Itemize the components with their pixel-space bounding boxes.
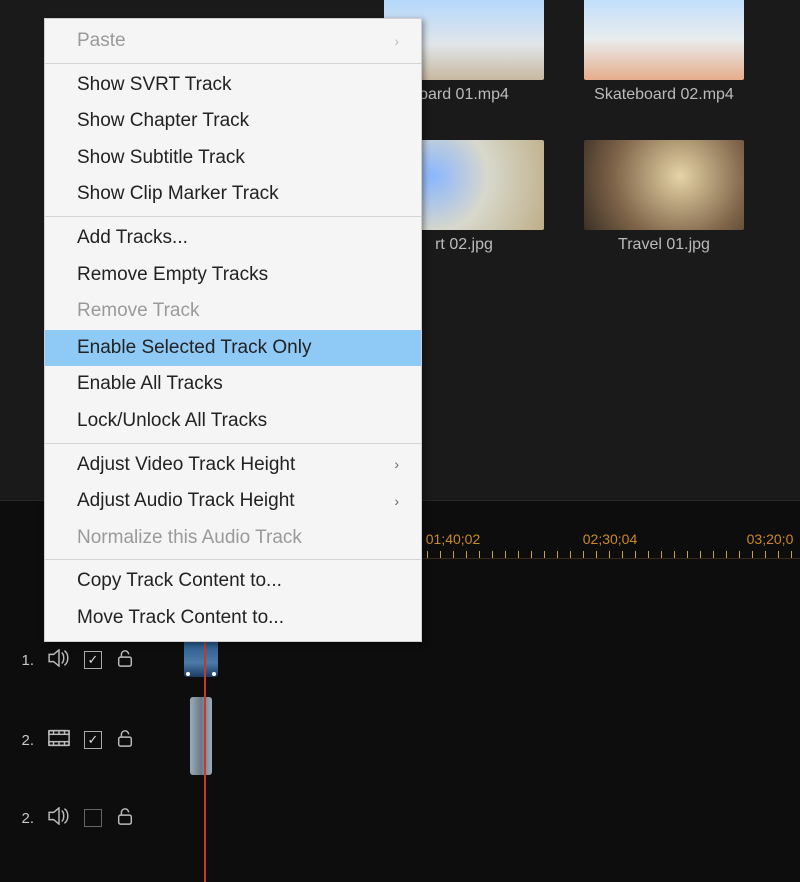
menu-item[interactable]: Show Clip Marker Track — [45, 176, 421, 213]
menu-item-label: Paste — [77, 28, 126, 55]
audio-clip[interactable] — [190, 697, 212, 775]
speaker-icon[interactable] — [48, 807, 70, 829]
lock-icon[interactable] — [116, 807, 134, 829]
menu-item: Paste › — [45, 23, 421, 60]
track-number: 1. — [20, 652, 34, 669]
menu-item-label: Remove Empty Tracks — [77, 262, 268, 289]
track-number: 2. — [20, 732, 34, 749]
menu-item[interactable]: Adjust Audio Track Height › — [45, 483, 421, 520]
menu-item[interactable]: Enable All Tracks — [45, 366, 421, 403]
menu-item-label: Show Clip Marker Track — [77, 181, 279, 208]
menu-item[interactable]: Show Chapter Track — [45, 103, 421, 140]
submenu-arrow-icon: › — [394, 492, 399, 512]
menu-item-label: Copy Track Content to... — [77, 568, 282, 595]
menu-separator — [45, 63, 421, 64]
menu-separator — [45, 216, 421, 217]
menu-item-label: Enable Selected Track Only — [77, 335, 311, 362]
menu-item-label: Enable All Tracks — [77, 371, 223, 398]
track-number: 2. — [20, 810, 34, 827]
menu-item: Remove Track — [45, 293, 421, 330]
menu-item[interactable]: Move Track Content to... — [45, 600, 421, 637]
submenu-arrow-icon: › — [394, 455, 399, 475]
media-thumbnail-image — [584, 140, 744, 230]
menu-item[interactable]: Copy Track Content to... — [45, 563, 421, 600]
menu-item: Normalize this Audio Track — [45, 520, 421, 557]
menu-item-label: Adjust Video Track Height — [77, 452, 295, 479]
menu-item[interactable]: Remove Empty Tracks — [45, 257, 421, 294]
ruler-timecode: 01;40;02 — [426, 531, 481, 547]
menu-item[interactable]: Lock/Unlock All Tracks — [45, 403, 421, 440]
track-enable-checkbox[interactable]: ✓ — [84, 731, 102, 749]
menu-item-label: Show Subtitle Track — [77, 145, 245, 172]
menu-item-label: Lock/Unlock All Tracks — [77, 408, 267, 435]
menu-separator — [45, 559, 421, 560]
track-row: 2. ✓ — [0, 711, 800, 769]
track-context-menu: Paste › Show SVRT Track Show Chapter Track S… — [44, 18, 422, 642]
track-header[interactable]: 2. ✓ — [0, 729, 180, 751]
lock-icon[interactable] — [116, 649, 134, 671]
track-enable-checkbox[interactable]: ✓ — [84, 651, 102, 669]
menu-item-label: Normalize this Audio Track — [77, 525, 302, 552]
media-thumbnail-label: Skateboard 02.mp4 — [584, 86, 744, 104]
track-row: 2. ✓ — [0, 789, 800, 847]
menu-item[interactable]: Enable Selected Track Only — [45, 330, 421, 367]
menu-item-label: Add Tracks... — [77, 225, 188, 252]
menu-item[interactable]: Show Subtitle Track — [45, 140, 421, 177]
media-thumb[interactable]: Skateboard 02.mp4 — [584, 0, 744, 104]
menu-item-label: Adjust Audio Track Height — [77, 488, 295, 515]
lock-icon[interactable] — [116, 729, 134, 751]
menu-item-label: Show Chapter Track — [77, 108, 249, 135]
menu-item-label: Show SVRT Track — [77, 72, 232, 99]
menu-item-label: Remove Track — [77, 298, 199, 325]
ruler-timecode: 02;30;04 — [583, 531, 638, 547]
media-thumbnail-label: Travel 01.jpg — [584, 236, 744, 254]
menu-item-label: Move Track Content to... — [77, 605, 284, 632]
submenu-arrow-icon: › — [394, 32, 399, 52]
media-thumb[interactable]: Travel 01.jpg — [584, 140, 744, 254]
ruler-timecode: 03;20;0 — [747, 531, 794, 547]
menu-item[interactable]: Add Tracks... — [45, 220, 421, 257]
media-thumbnail-image — [584, 0, 744, 80]
menu-separator — [45, 443, 421, 444]
speaker-icon[interactable] — [48, 649, 70, 671]
track-header[interactable]: 1. ✓ — [0, 649, 180, 671]
film-icon[interactable] — [48, 729, 70, 751]
track-enable-checkbox[interactable]: ✓ — [84, 809, 102, 827]
menu-item[interactable]: Show SVRT Track — [45, 67, 421, 104]
track-header[interactable]: 2. ✓ — [0, 807, 180, 829]
menu-item[interactable]: Adjust Video Track Height › — [45, 447, 421, 484]
